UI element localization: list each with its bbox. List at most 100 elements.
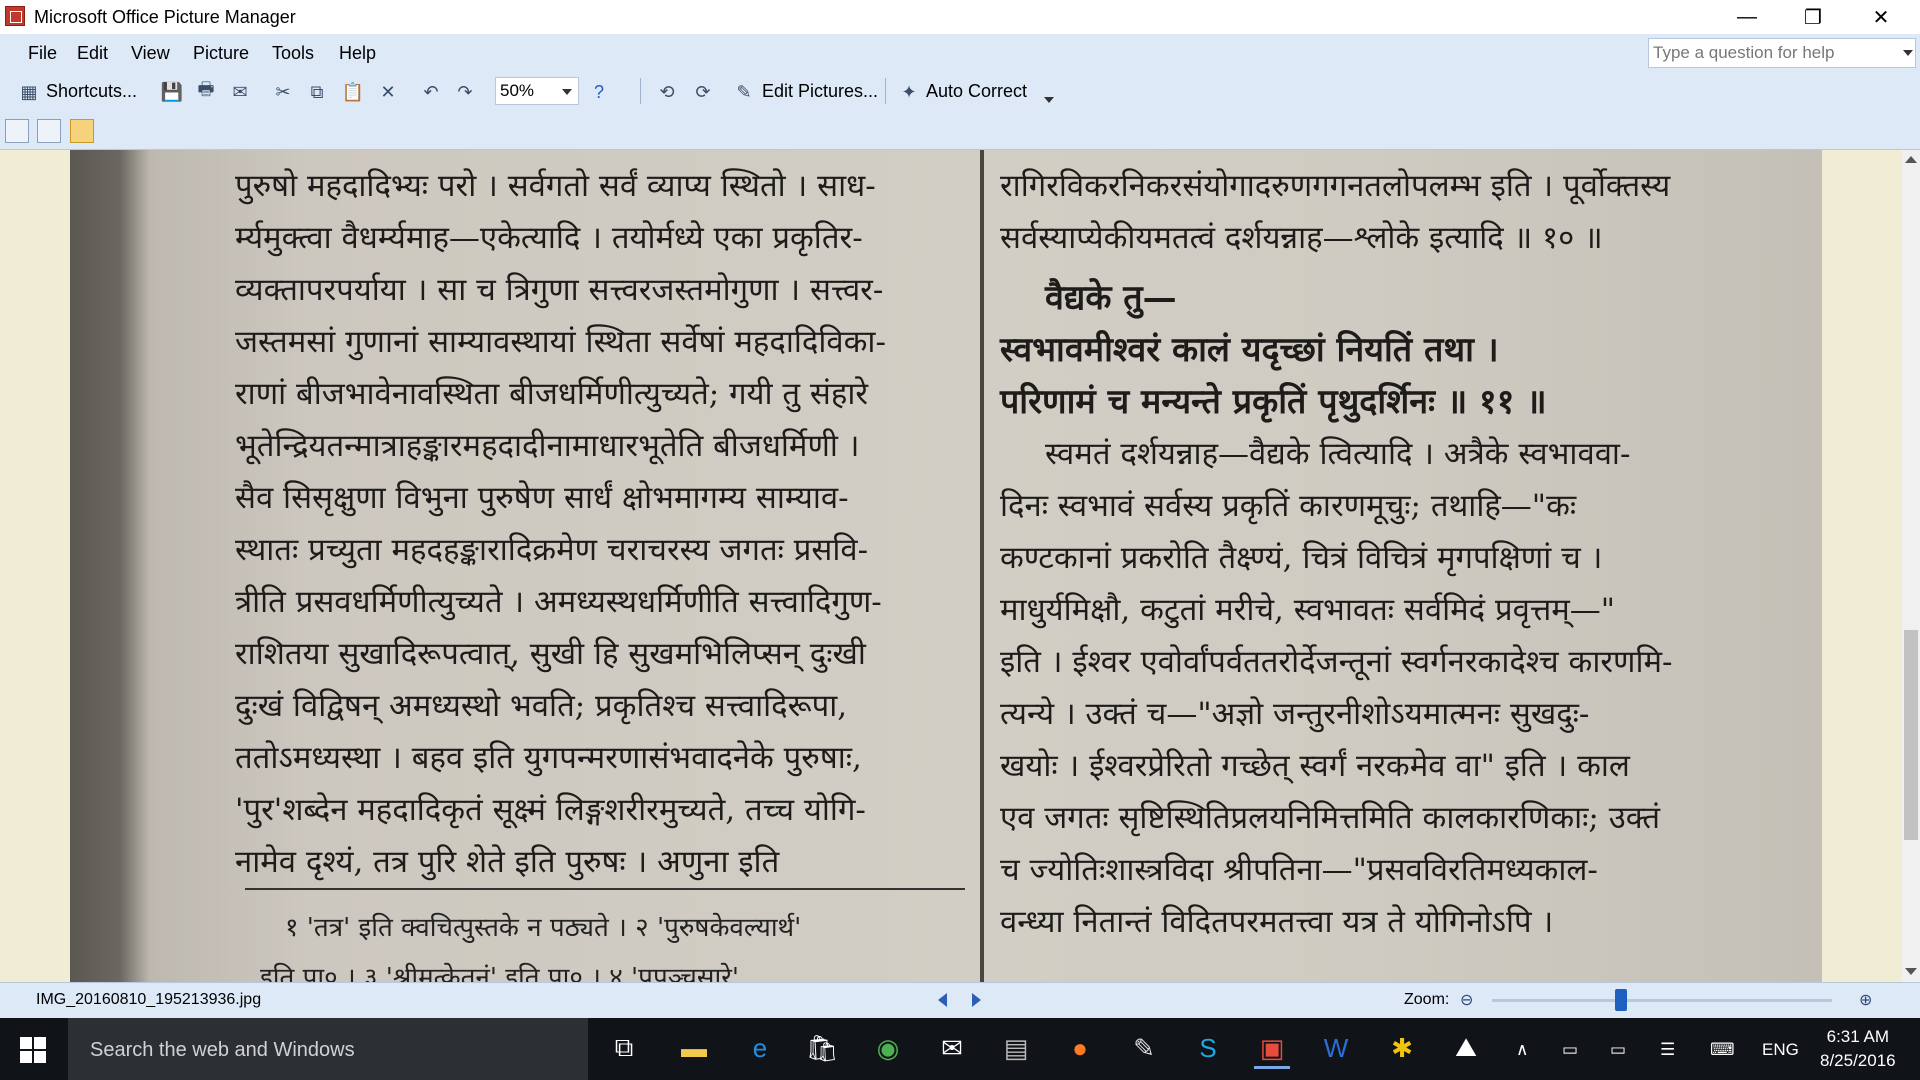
toolbar-separator bbox=[640, 78, 641, 104]
battery-icon[interactable]: ▭ bbox=[1610, 1040, 1626, 1060]
send-mail-icon[interactable]: ✉ bbox=[229, 81, 251, 103]
shortcuts-button[interactable]: Shortcuts... bbox=[46, 81, 137, 102]
print-icon[interactable]: 🖶 bbox=[195, 79, 217, 103]
scroll-up-icon[interactable] bbox=[1905, 156, 1917, 163]
windows-start-icon[interactable] bbox=[20, 1037, 46, 1063]
chevron-down-icon[interactable] bbox=[562, 89, 572, 95]
text-line: च ज्योतिःशास्त्रविदा श्रीपतिना—"प्रसवविर… bbox=[1000, 852, 1598, 888]
text-line: रागिरविकरनिकरसंयोगादरुणगगनतलोपलम्भ इति ।… bbox=[1000, 168, 1671, 204]
zoom-in-icon[interactable]: ⊕ bbox=[1859, 990, 1877, 1009]
text-line: खयोः । ईश्वरप्रेरितो गच्छेत् स्वर्गं नरक… bbox=[1000, 748, 1630, 784]
help-question-box[interactable]: Type a question for help bbox=[1648, 38, 1916, 68]
text-line: त्रीति प्रसवधर्मिणीत्युच्यते । अमध्यस्थध… bbox=[235, 584, 882, 620]
menu-file[interactable]: File bbox=[28, 43, 57, 64]
menu-picture[interactable]: Picture bbox=[193, 43, 249, 64]
taskbar-search-box[interactable]: Search the web and Windows bbox=[68, 1018, 588, 1080]
close-button[interactable]: ✕ bbox=[1848, 0, 1914, 34]
text-line: दुःखं विद्विषन् अमध्यस्थो भवति; प्रकृतिश… bbox=[235, 688, 848, 724]
language-indicator[interactable]: ENG bbox=[1762, 1040, 1799, 1060]
redo-icon[interactable]: ↷ bbox=[454, 81, 476, 103]
cut-icon[interactable]: ✂ bbox=[272, 81, 294, 103]
shortcuts-icon: ▦ bbox=[20, 81, 38, 102]
text-line: कण्टकानां प्रकरोति तैक्ष्ण्यं, चित्रं वि… bbox=[1000, 540, 1603, 576]
text-line: इति । ईश्वर एवोर्वांपर्वततरोर्देजन्तूनां… bbox=[1000, 644, 1673, 680]
right-text-column: रागिरविकरनिकरसंयोगादरुणगगनतलोपलम्भ इति ।… bbox=[1000, 160, 1760, 948]
show-hidden-icons-icon[interactable]: ∧ bbox=[1516, 1040, 1528, 1060]
menu-edit[interactable]: Edit bbox=[77, 43, 108, 64]
picture-manager-app-icon[interactable] bbox=[5, 6, 25, 26]
task-view-icon[interactable]: ⧉ bbox=[606, 1030, 642, 1066]
paint-app-icon[interactable]: ✎ bbox=[1126, 1030, 1162, 1066]
text-line: स्वमतं दर्शयन्नाह—वैद्यके त्वित्यादि । अ… bbox=[1045, 436, 1631, 472]
filmstrip-view-icon[interactable] bbox=[37, 119, 61, 143]
minimize-button[interactable]: — bbox=[1714, 0, 1780, 34]
keyboard-icon[interactable]: ⌨ bbox=[1710, 1040, 1735, 1060]
window-title: Microsoft Office Picture Manager bbox=[34, 7, 296, 27]
text-line: स्थातः प्रच्युता महदहङ्कारादिक्रमेण चराच… bbox=[235, 532, 869, 568]
word-icon[interactable]: W bbox=[1318, 1030, 1354, 1066]
picture-manager-taskbar-icon[interactable]: ▣ bbox=[1254, 1030, 1290, 1069]
undo-icon[interactable]: ↶ bbox=[420, 81, 442, 103]
text-line: एव जगतः सृष्टिस्थितिप्रलयनिमित्तमिति काल… bbox=[1000, 800, 1661, 836]
help-circle-icon[interactable]: ? bbox=[588, 81, 610, 103]
text-line: राणां बीजभावेनावस्थिता बीजधर्मिणीत्युच्य… bbox=[235, 376, 869, 412]
zoom-slider-thumb[interactable] bbox=[1615, 989, 1628, 1011]
vertical-scrollbar[interactable] bbox=[1902, 150, 1920, 982]
edge-browser-icon[interactable]: e bbox=[742, 1030, 778, 1066]
scrollbar-thumb[interactable] bbox=[1904, 630, 1918, 840]
previous-picture-icon[interactable] bbox=[938, 993, 947, 1007]
zoom-combo[interactable]: 50% bbox=[495, 77, 579, 105]
zoom-out-icon[interactable]: ⊖ bbox=[1460, 990, 1478, 1009]
text-line: सैव सिसृक्षुणा विभुना पुरुषेण सार्धं क्ष… bbox=[235, 480, 849, 516]
file-explorer-icon[interactable]: ▬ bbox=[676, 1030, 712, 1066]
save-icon[interactable]: 💾 bbox=[161, 81, 183, 103]
text-line: वन्ध्या नितान्तं विदितपरमतत्त्वा यत्र ते… bbox=[1000, 904, 1554, 940]
current-filename: IMG_20160810_195213936.jpg bbox=[36, 991, 262, 1008]
delete-icon[interactable]: ✕ bbox=[377, 81, 399, 103]
chrome-icon[interactable]: ◉ bbox=[870, 1030, 906, 1066]
tablet-mode-icon[interactable]: ▭ bbox=[1562, 1040, 1578, 1060]
text-line: दिनः स्वभावं सर्वस्य प्रकृतिं कारणमूचुः;… bbox=[1000, 488, 1577, 524]
library-app-icon[interactable]: ▤ bbox=[998, 1030, 1034, 1066]
chevron-down-icon[interactable] bbox=[1903, 50, 1913, 56]
menu-view[interactable]: View bbox=[131, 43, 170, 64]
skype-icon[interactable]: S bbox=[1190, 1030, 1226, 1066]
left-text-column: पुरुषो महदादिभ्यः परो । सर्वगतो सर्वं व्… bbox=[235, 160, 965, 888]
rotate-left-icon[interactable]: ⟲ bbox=[656, 81, 678, 103]
rotate-right-icon[interactable]: ⟳ bbox=[692, 81, 714, 103]
book-gutter bbox=[980, 150, 984, 982]
footnote-line: १ 'तत्र' इति क्वचित्पुस्तके न पठ्यते । २… bbox=[285, 913, 802, 943]
text-line: र्म्यमुक्त्वा वैधर्म्यमाह—एकेत्यादि । तय… bbox=[235, 220, 863, 256]
taskbar-clock[interactable]: 6:31 AM 8/25/2016 bbox=[1820, 1025, 1896, 1073]
next-picture-icon[interactable] bbox=[972, 993, 981, 1007]
auto-correct-icon: ✦ bbox=[901, 81, 917, 102]
toolbar-separator bbox=[885, 78, 886, 104]
auto-correct-button[interactable]: Auto Correct bbox=[926, 81, 1027, 102]
scroll-down-icon[interactable] bbox=[1905, 968, 1917, 975]
firefox-icon[interactable]: ● bbox=[1062, 1030, 1098, 1066]
menu-tools[interactable]: Tools bbox=[272, 43, 314, 64]
text-line: पुरुषो महदादिभ्यः परो । सर्वगतो सर्वं व्… bbox=[235, 168, 876, 204]
text-line: ततोऽमध्यस्था । बहव इति युगपन्मरणासंभवादन… bbox=[235, 740, 862, 776]
restore-button[interactable]: ❐ bbox=[1780, 0, 1846, 34]
search-placeholder: Search the web and Windows bbox=[90, 1039, 355, 1061]
zoom-slider-track[interactable] bbox=[1492, 999, 1832, 1002]
toolbar-options-icon[interactable] bbox=[1044, 97, 1054, 103]
section-heading: वैद्यके तु— bbox=[1045, 278, 1177, 318]
text-line: माधुर्यमिक्षौ, कटुतां मरीचे, स्वभावतः सर… bbox=[1000, 592, 1616, 628]
text-line: भूतेन्द्रियतन्मात्राहङ्कारमहदादीनामाधारभ… bbox=[235, 428, 860, 464]
thumbnail-view-icon[interactable] bbox=[5, 119, 29, 143]
photos-icon[interactable]: ⛰ bbox=[1448, 1030, 1484, 1066]
copy-icon[interactable]: ⧉ bbox=[306, 81, 328, 103]
paste-icon[interactable]: 📋 bbox=[342, 81, 364, 103]
single-picture-view-icon[interactable] bbox=[70, 119, 94, 143]
text-line: नामेव दृश्यं, तत्र पुरि शेते इति पुरुषः … bbox=[235, 844, 780, 880]
photo-app-icon[interactable]: ✱ bbox=[1384, 1030, 1420, 1066]
zoom-label: Zoom: bbox=[1404, 991, 1450, 1008]
mail-icon[interactable]: ✉ bbox=[934, 1030, 970, 1066]
edit-pictures-button[interactable]: Edit Pictures... bbox=[762, 81, 878, 102]
menu-help[interactable]: Help bbox=[339, 43, 376, 64]
action-center-icon[interactable]: ☰ bbox=[1660, 1040, 1675, 1060]
store-icon[interactable]: 🛍 bbox=[804, 1030, 840, 1066]
text-line: जस्तमसां गुणानां साम्यावस्थायां स्थिता स… bbox=[235, 324, 886, 360]
